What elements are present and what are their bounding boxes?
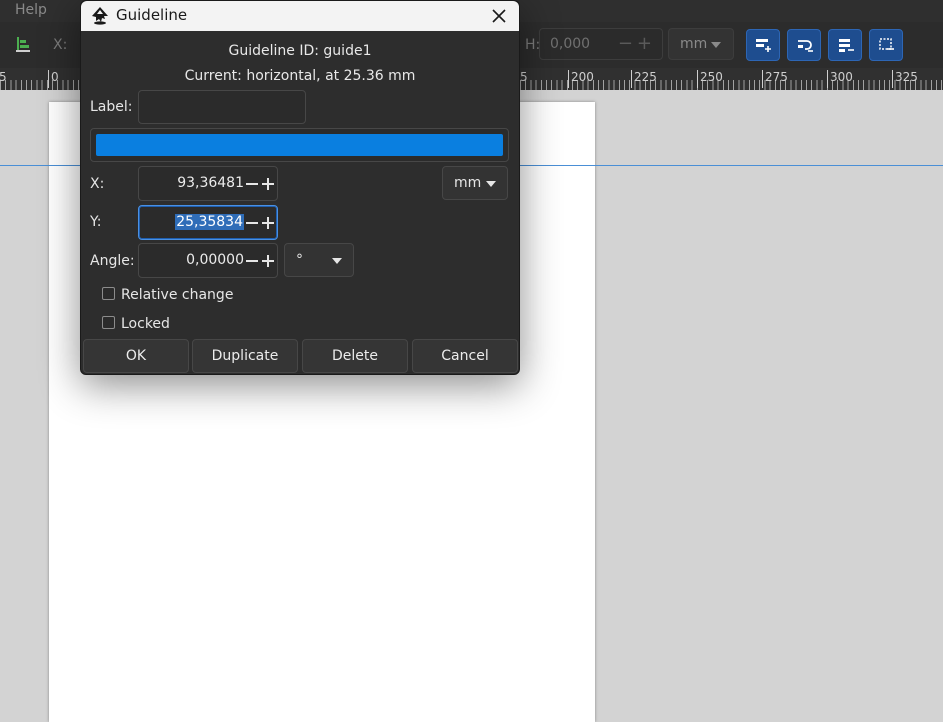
- angle-unit-value: °: [296, 252, 303, 268]
- current-position-text: Current: horizontal, at 25.36 mm: [184, 68, 416, 84]
- snap-rotate-button[interactable]: [787, 29, 821, 61]
- h-field[interactable]: 0,000 −+: [539, 28, 663, 60]
- toolbar-unit-value: mm: [680, 36, 708, 52]
- y-field-label: Y:: [90, 214, 102, 230]
- chevron-down-icon: [711, 42, 721, 48]
- close-icon[interactable]: [487, 4, 511, 28]
- ruler-mark: 275: [762, 70, 788, 88]
- ruler-mark: 225: [631, 70, 657, 88]
- snap-rotate-icon: [798, 40, 813, 52]
- guide-color-swatch: [96, 134, 503, 156]
- chevron-down-icon: [332, 258, 342, 264]
- unit-select[interactable]: mm: [442, 166, 508, 200]
- ruler-mark: 300: [827, 70, 853, 88]
- unit-value: mm: [454, 175, 482, 191]
- locked-label[interactable]: Locked: [121, 316, 170, 332]
- guide-color-button[interactable]: [90, 128, 509, 162]
- toolbar-unit-select[interactable]: mm: [668, 28, 734, 60]
- ruler-mark: 325: [892, 70, 918, 88]
- snap-distribute-icon: [839, 39, 854, 52]
- label-input[interactable]: [138, 90, 306, 124]
- menu-help[interactable]: Help: [15, 2, 47, 18]
- align-tool-icon[interactable]: [16, 36, 30, 52]
- y-value: 25,35834: [175, 214, 244, 230]
- h-value: 0,000: [550, 36, 591, 52]
- guideline-id-text: Guideline ID: guide1: [228, 43, 372, 59]
- snap-select-icon: [879, 38, 894, 50]
- guideline-dialog: Guideline Guideline ID: guide1 Current: …: [80, 0, 520, 375]
- y-increment-icon[interactable]: [261, 211, 275, 235]
- delete-button[interactable]: Delete: [302, 339, 408, 373]
- x-label: X:: [53, 37, 68, 53]
- ruler-mark: 5: [0, 70, 7, 84]
- h-label: H:: [525, 37, 541, 53]
- label-field-label: Label:: [90, 99, 133, 115]
- x-increment-icon[interactable]: [261, 172, 275, 196]
- ruler-mark: 200: [568, 70, 594, 88]
- chevron-down-icon: [486, 181, 496, 187]
- locked-checkbox[interactable]: [102, 316, 115, 329]
- x-spin-field[interactable]: 93,36481: [138, 166, 278, 201]
- inkscape-logo-icon: [92, 7, 108, 25]
- y-spin-field[interactable]: 25,35834: [138, 205, 278, 240]
- dialog-titlebar[interactable]: Guideline: [81, 1, 519, 31]
- cancel-button[interactable]: Cancel: [412, 339, 518, 373]
- angle-spin-field[interactable]: 0,00000: [138, 243, 278, 278]
- snap-distribute-button[interactable]: [828, 29, 862, 61]
- angle-unit-select[interactable]: °: [284, 243, 354, 277]
- relative-change-checkbox[interactable]: [102, 287, 115, 300]
- duplicate-button[interactable]: Duplicate: [192, 339, 298, 373]
- ruler-mark: 0: [48, 70, 59, 88]
- y-decrement-icon[interactable]: [245, 211, 259, 235]
- x-field-label: X:: [90, 176, 105, 192]
- angle-field-label: Angle:: [90, 253, 135, 269]
- ok-button[interactable]: OK: [83, 339, 189, 373]
- dialog-title: Guideline: [116, 6, 188, 24]
- angle-decrement-icon[interactable]: [245, 249, 259, 273]
- relative-change-label[interactable]: Relative change: [121, 287, 233, 303]
- angle-value: 0,00000: [186, 252, 244, 268]
- h-stepper-icon[interactable]: −+: [618, 29, 656, 59]
- snap-select-button[interactable]: [869, 29, 903, 61]
- x-decrement-icon[interactable]: [245, 172, 259, 196]
- angle-increment-icon[interactable]: [261, 249, 275, 273]
- ruler-mark: 250: [697, 70, 723, 88]
- snap-align-button[interactable]: [746, 29, 780, 61]
- snap-align-icon: [756, 39, 771, 52]
- x-value: 93,36481: [177, 175, 244, 191]
